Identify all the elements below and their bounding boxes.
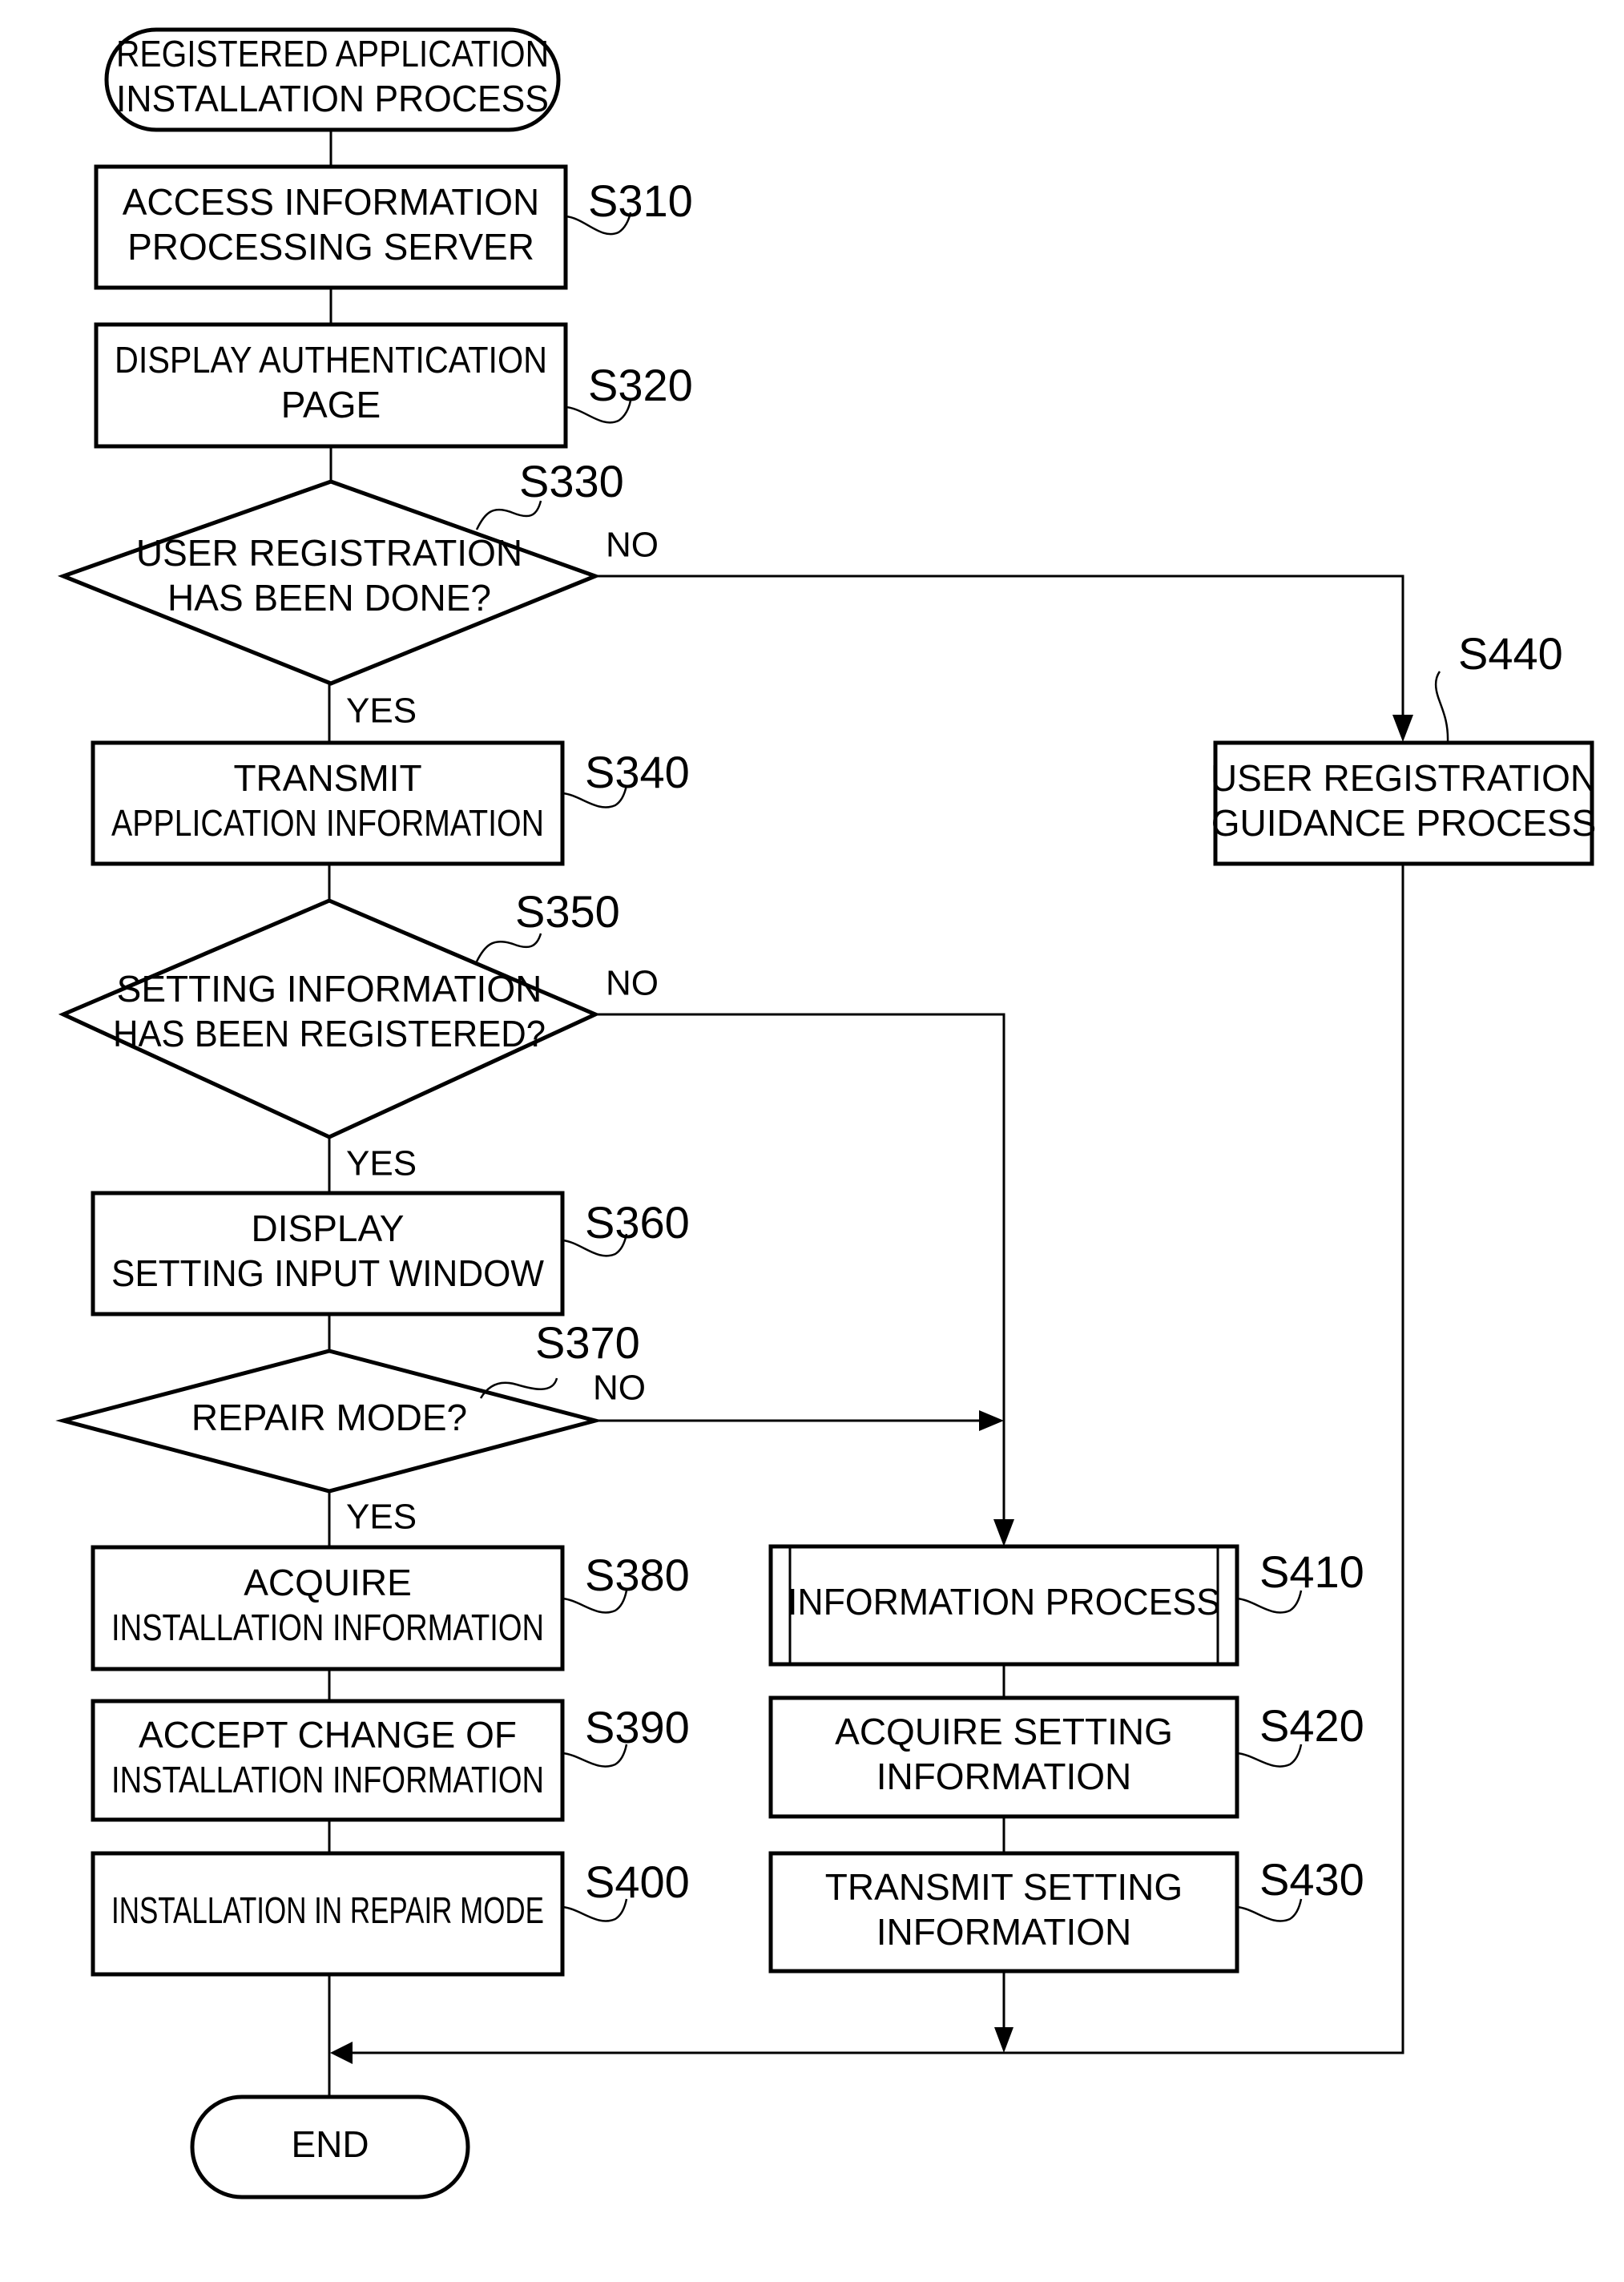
flowchart-canvas: REGISTERED APPLICATIONINSTALLATION PROCE…	[55, 27, 1597, 2199]
start-terminal-line-2: INSTALLATION PROCESS	[116, 78, 549, 119]
node-s420-line-2: INFORMATION	[876, 1756, 1132, 1797]
node-s380-line-2: INSTALLATION INFORMATION	[111, 1607, 544, 1648]
node-s350-line-1: SETTING INFORMATION	[117, 968, 542, 1010]
step-id-s420: S420	[1259, 1700, 1364, 1751]
branch-label-s350-no: NO	[606, 964, 659, 1003]
arrowhead-s370-no	[979, 1410, 1004, 1431]
step-id-s430: S430	[1259, 1854, 1364, 1905]
node-s320-line-2: PAGE	[281, 384, 381, 425]
node-s380-line-1: ACQUIRE	[244, 1562, 412, 1603]
node-s310-line-1: ACCESS INFORMATION	[123, 181, 540, 223]
node-s370-line-1: REPAIR MODE?	[191, 1397, 467, 1438]
node-s430-line-1: TRANSMIT SETTING	[825, 1866, 1183, 1908]
step-id-s360: S360	[585, 1197, 690, 1248]
branch-label-s370-no: NO	[593, 1369, 646, 1408]
node-s410-line-1: INFORMATION PROCESS	[788, 1581, 1220, 1623]
node-s440-line-1: USER REGISTRATION	[1211, 757, 1597, 799]
step-id-s350: S350	[515, 886, 620, 937]
branch-label-s370-yes: YES	[346, 1498, 417, 1537]
step-id-s410: S410	[1259, 1546, 1364, 1597]
step-id-s370: S370	[535, 1317, 640, 1368]
step-id-s400: S400	[585, 1857, 690, 1907]
node-s360-line-2: SETTING INPUT WINDOW	[111, 1252, 545, 1294]
arrowhead-s430-merge	[994, 2027, 1013, 2053]
branch-label-s330-yes: YES	[346, 691, 417, 731]
step-id-s320: S320	[588, 360, 693, 410]
step-id-s330: S330	[519, 456, 624, 506]
step-id-s390: S390	[585, 1702, 690, 1752]
node-s330-line-1: USER REGISTRATION	[136, 532, 522, 574]
end-terminal-label: END	[291, 2123, 369, 2165]
node-s320-line-1: DISPLAY AUTHENTICATION	[115, 339, 547, 381]
node-s360-line-1: DISPLAY	[252, 1208, 405, 1249]
start-terminal-line-1: REGISTERED APPLICATION	[116, 33, 549, 75]
node-s420-line-1: ACQUIRE SETTING	[835, 1711, 1173, 1752]
leader-s440	[1434, 671, 1449, 744]
node-s400-line-1: INSTALLATION IN REPAIR MODE	[111, 1889, 544, 1931]
connector-s350-no-s410	[595, 1013, 1005, 1526]
node-s390-line-1: ACCEPT CHANGE OF	[139, 1714, 517, 1756]
step-id-s380: S380	[585, 1550, 690, 1600]
arrowhead-s440	[1392, 715, 1413, 742]
node-s340-line-2: APPLICATION INFORMATION	[111, 802, 544, 844]
node-s440-line-2: GUIDANCE PROCESS	[1211, 802, 1597, 844]
node-s390-line-2: INSTALLATION INFORMATION	[111, 1759, 544, 1800]
branch-label-s330-no: NO	[606, 526, 659, 565]
arrowhead-return-end	[330, 2042, 353, 2064]
leader-s350	[475, 933, 542, 962]
branch-label-s350-yes: YES	[346, 1144, 417, 1183]
node-s310-line-2: PROCESSING SERVER	[127, 226, 534, 268]
node-s350-line-2: HAS BEEN REGISTERED?	[113, 1013, 546, 1054]
step-id-s310: S310	[588, 175, 693, 226]
step-id-s340: S340	[585, 747, 690, 797]
node-s330-line-2: HAS BEEN DONE?	[167, 577, 491, 619]
node-s340-line-1: TRANSMIT	[233, 757, 421, 799]
node-s430-line-2: INFORMATION	[876, 1911, 1132, 1953]
step-id-s440: S440	[1458, 628, 1563, 679]
arrowhead-s410	[993, 1519, 1014, 1546]
connector-s330-no-s440	[595, 575, 1404, 721]
